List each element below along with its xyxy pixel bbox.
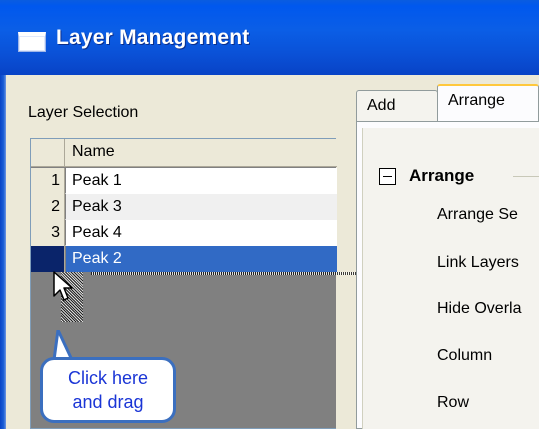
- property-grid: Arrange Arrange Se Link Layers Hide Over…: [362, 128, 539, 429]
- property-link-layers[interactable]: Link Layers: [437, 254, 519, 272]
- row-drag-handle[interactable]: [31, 246, 65, 272]
- layer-name-cell[interactable]: Peak 1: [66, 168, 337, 194]
- arrange-tab-panel: Arrange Arrange Se Link Layers Hide Over…: [356, 121, 539, 429]
- row-number[interactable]: 2: [31, 194, 65, 220]
- grid-header: Name: [31, 139, 337, 167]
- callout-line-2: and drag: [72, 392, 144, 412]
- property-column[interactable]: Column: [437, 347, 492, 365]
- title-bar[interactable]: Layer Management: [0, 0, 539, 75]
- collapse-minus-icon[interactable]: [379, 168, 396, 185]
- table-row-selected[interactable]: Peak 2: [31, 246, 337, 272]
- layer-management-window: Layer Management Layer Selection Name 1 …: [0, 0, 539, 429]
- layer-selection-label: Layer Selection: [28, 104, 139, 121]
- table-row[interactable]: 3 Peak 4: [31, 220, 337, 246]
- window-title: Layer Management: [56, 26, 250, 49]
- section-divider: [513, 176, 539, 177]
- property-hide-overlap[interactable]: Hide Overla: [437, 300, 521, 318]
- property-arrange-selection[interactable]: Arrange Se: [437, 206, 518, 224]
- instruction-callout: Click here and drag: [40, 357, 176, 423]
- layer-name-cell[interactable]: Peak 2: [66, 246, 337, 272]
- window-frame-left: [0, 75, 6, 429]
- arrange-section-title: Arrange: [409, 166, 475, 185]
- layer-name-cell[interactable]: Peak 3: [66, 194, 337, 220]
- window-icon: [18, 32, 46, 52]
- layer-name-cell[interactable]: Peak 4: [66, 220, 337, 246]
- table-row[interactable]: 1 Peak 1: [31, 168, 337, 194]
- tab-arrange[interactable]: Arrange: [437, 84, 539, 122]
- table-row[interactable]: 2 Peak 3: [31, 194, 337, 220]
- name-column-header[interactable]: Name: [72, 143, 115, 161]
- mouse-pointer-icon: [53, 271, 73, 301]
- tab-add[interactable]: Add: [356, 90, 438, 122]
- row-number-header: [31, 139, 65, 167]
- drag-outline-top: [91, 272, 367, 275]
- row-number[interactable]: 3: [31, 220, 65, 246]
- row-number[interactable]: 1: [31, 168, 65, 194]
- property-row[interactable]: Row: [437, 394, 469, 412]
- callout-line-1: Click here: [67, 368, 149, 388]
